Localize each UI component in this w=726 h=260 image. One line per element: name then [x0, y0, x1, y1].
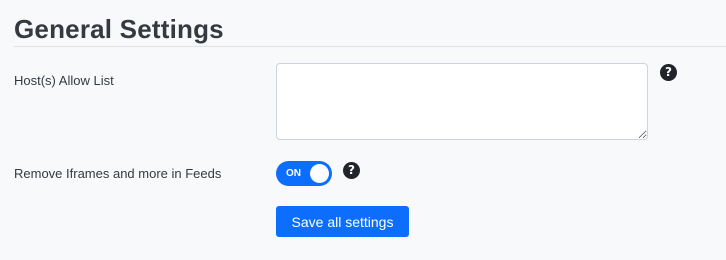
question-circle-icon[interactable]: ?: [660, 64, 677, 81]
hosts-allow-list-field-wrap: [276, 63, 648, 140]
remove-iframes-label: Remove Iframes and more in Feeds: [14, 166, 222, 181]
toggle-state-text: ON: [286, 168, 301, 179]
general-settings-page: General Settings Host(s) Allow List ? Re…: [0, 0, 726, 260]
remove-iframes-toggle[interactable]: ON: [276, 161, 332, 186]
question-circle-icon[interactable]: ?: [343, 162, 360, 179]
title-divider: [14, 46, 726, 47]
save-all-settings-button[interactable]: Save all settings: [276, 206, 409, 237]
toggle-knob: [310, 164, 329, 183]
hosts-allow-list-label: Host(s) Allow List: [14, 73, 114, 88]
hosts-allow-list-textarea[interactable]: [276, 63, 648, 140]
section-title: General Settings: [14, 14, 224, 44]
